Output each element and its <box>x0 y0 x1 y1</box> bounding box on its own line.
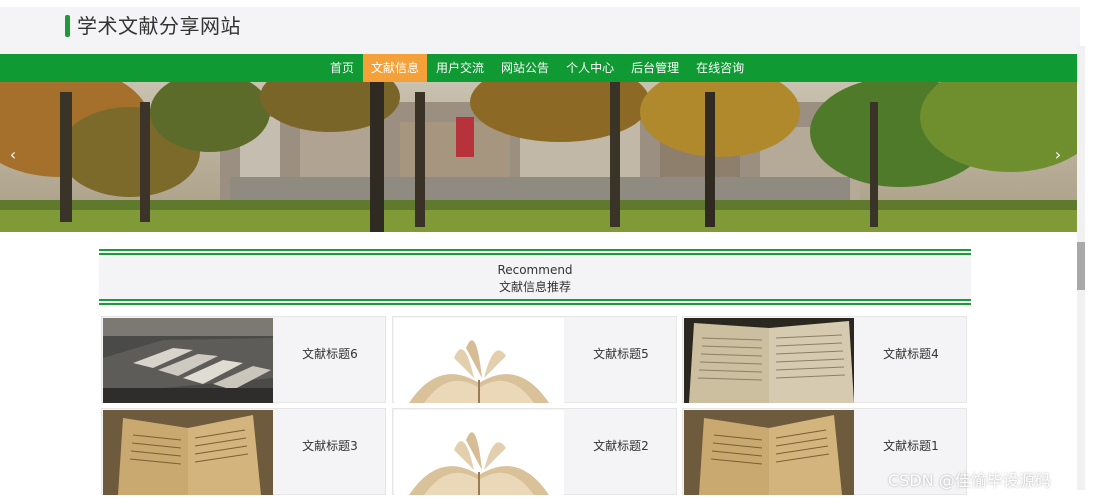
card-title[interactable]: 文献标题3 <box>273 409 387 494</box>
old-book-image <box>103 410 273 495</box>
nav-item-online-consult[interactable]: 在线咨询 <box>688 54 752 82</box>
card-title[interactable]: 文献标题5 <box>564 317 678 402</box>
literature-card[interactable]: 文献标题4 <box>682 316 967 403</box>
library-bookshelf-image <box>103 318 273 403</box>
campus-banner-image <box>0 82 1080 232</box>
section-title-en: Recommend <box>497 263 573 277</box>
old-book-image <box>684 410 854 495</box>
nav-item-announcements[interactable]: 网站公告 <box>493 54 557 82</box>
nav-item-personal-center[interactable]: 个人中心 <box>558 54 622 82</box>
nav-item-home[interactable]: 首页 <box>322 54 362 82</box>
divider-line <box>99 253 971 255</box>
card-title[interactable]: 文献标题4 <box>854 317 968 402</box>
top-strip <box>0 0 1094 7</box>
main-nav: 首页 文献信息 用户交流 网站公告 个人中心 后台管理 在线咨询 <box>0 54 1080 82</box>
open-book-image <box>394 410 564 495</box>
nav-item-user-exchange[interactable]: 用户交流 <box>428 54 492 82</box>
site-title[interactable]: 学术文献分享网站 <box>77 13 241 39</box>
scrollbar-thumb[interactable] <box>1077 242 1085 290</box>
chevron-right-icon[interactable]: › <box>1048 140 1068 170</box>
chevron-left-icon[interactable]: ‹ <box>3 140 23 170</box>
literature-card[interactable]: 文献标题3 <box>101 408 386 495</box>
csdn-watermark: CSDN @佳愉毕设源码 <box>888 471 1051 490</box>
divider-line <box>99 303 971 305</box>
section-title-zh: 文献信息推荐 <box>498 280 571 294</box>
nav-item-literature[interactable]: 文献信息 <box>363 54 428 82</box>
title-accent-bar <box>65 15 70 37</box>
literature-card[interactable]: 文献标题6 <box>101 316 386 403</box>
divider-line <box>99 249 971 251</box>
site-header: 学术文献分享网站 <box>0 7 1080 54</box>
literature-card[interactable]: 文献标题5 <box>392 316 677 403</box>
card-title[interactable]: 文献标题6 <box>273 317 387 402</box>
banner-carousel[interactable]: ‹ › <box>0 82 1080 232</box>
open-book-image <box>394 318 564 403</box>
divider-line <box>99 299 971 301</box>
nav-item-admin[interactable]: 后台管理 <box>623 54 687 82</box>
literature-card[interactable]: 文献标题2 <box>392 408 677 495</box>
nav-items: 首页 文献信息 用户交流 网站公告 个人中心 后台管理 在线咨询 <box>322 54 752 82</box>
card-title[interactable]: 文献标题2 <box>564 409 678 494</box>
book-pages-image <box>684 318 854 403</box>
recommend-section-header: Recommend 文献信息推荐 <box>99 249 971 305</box>
